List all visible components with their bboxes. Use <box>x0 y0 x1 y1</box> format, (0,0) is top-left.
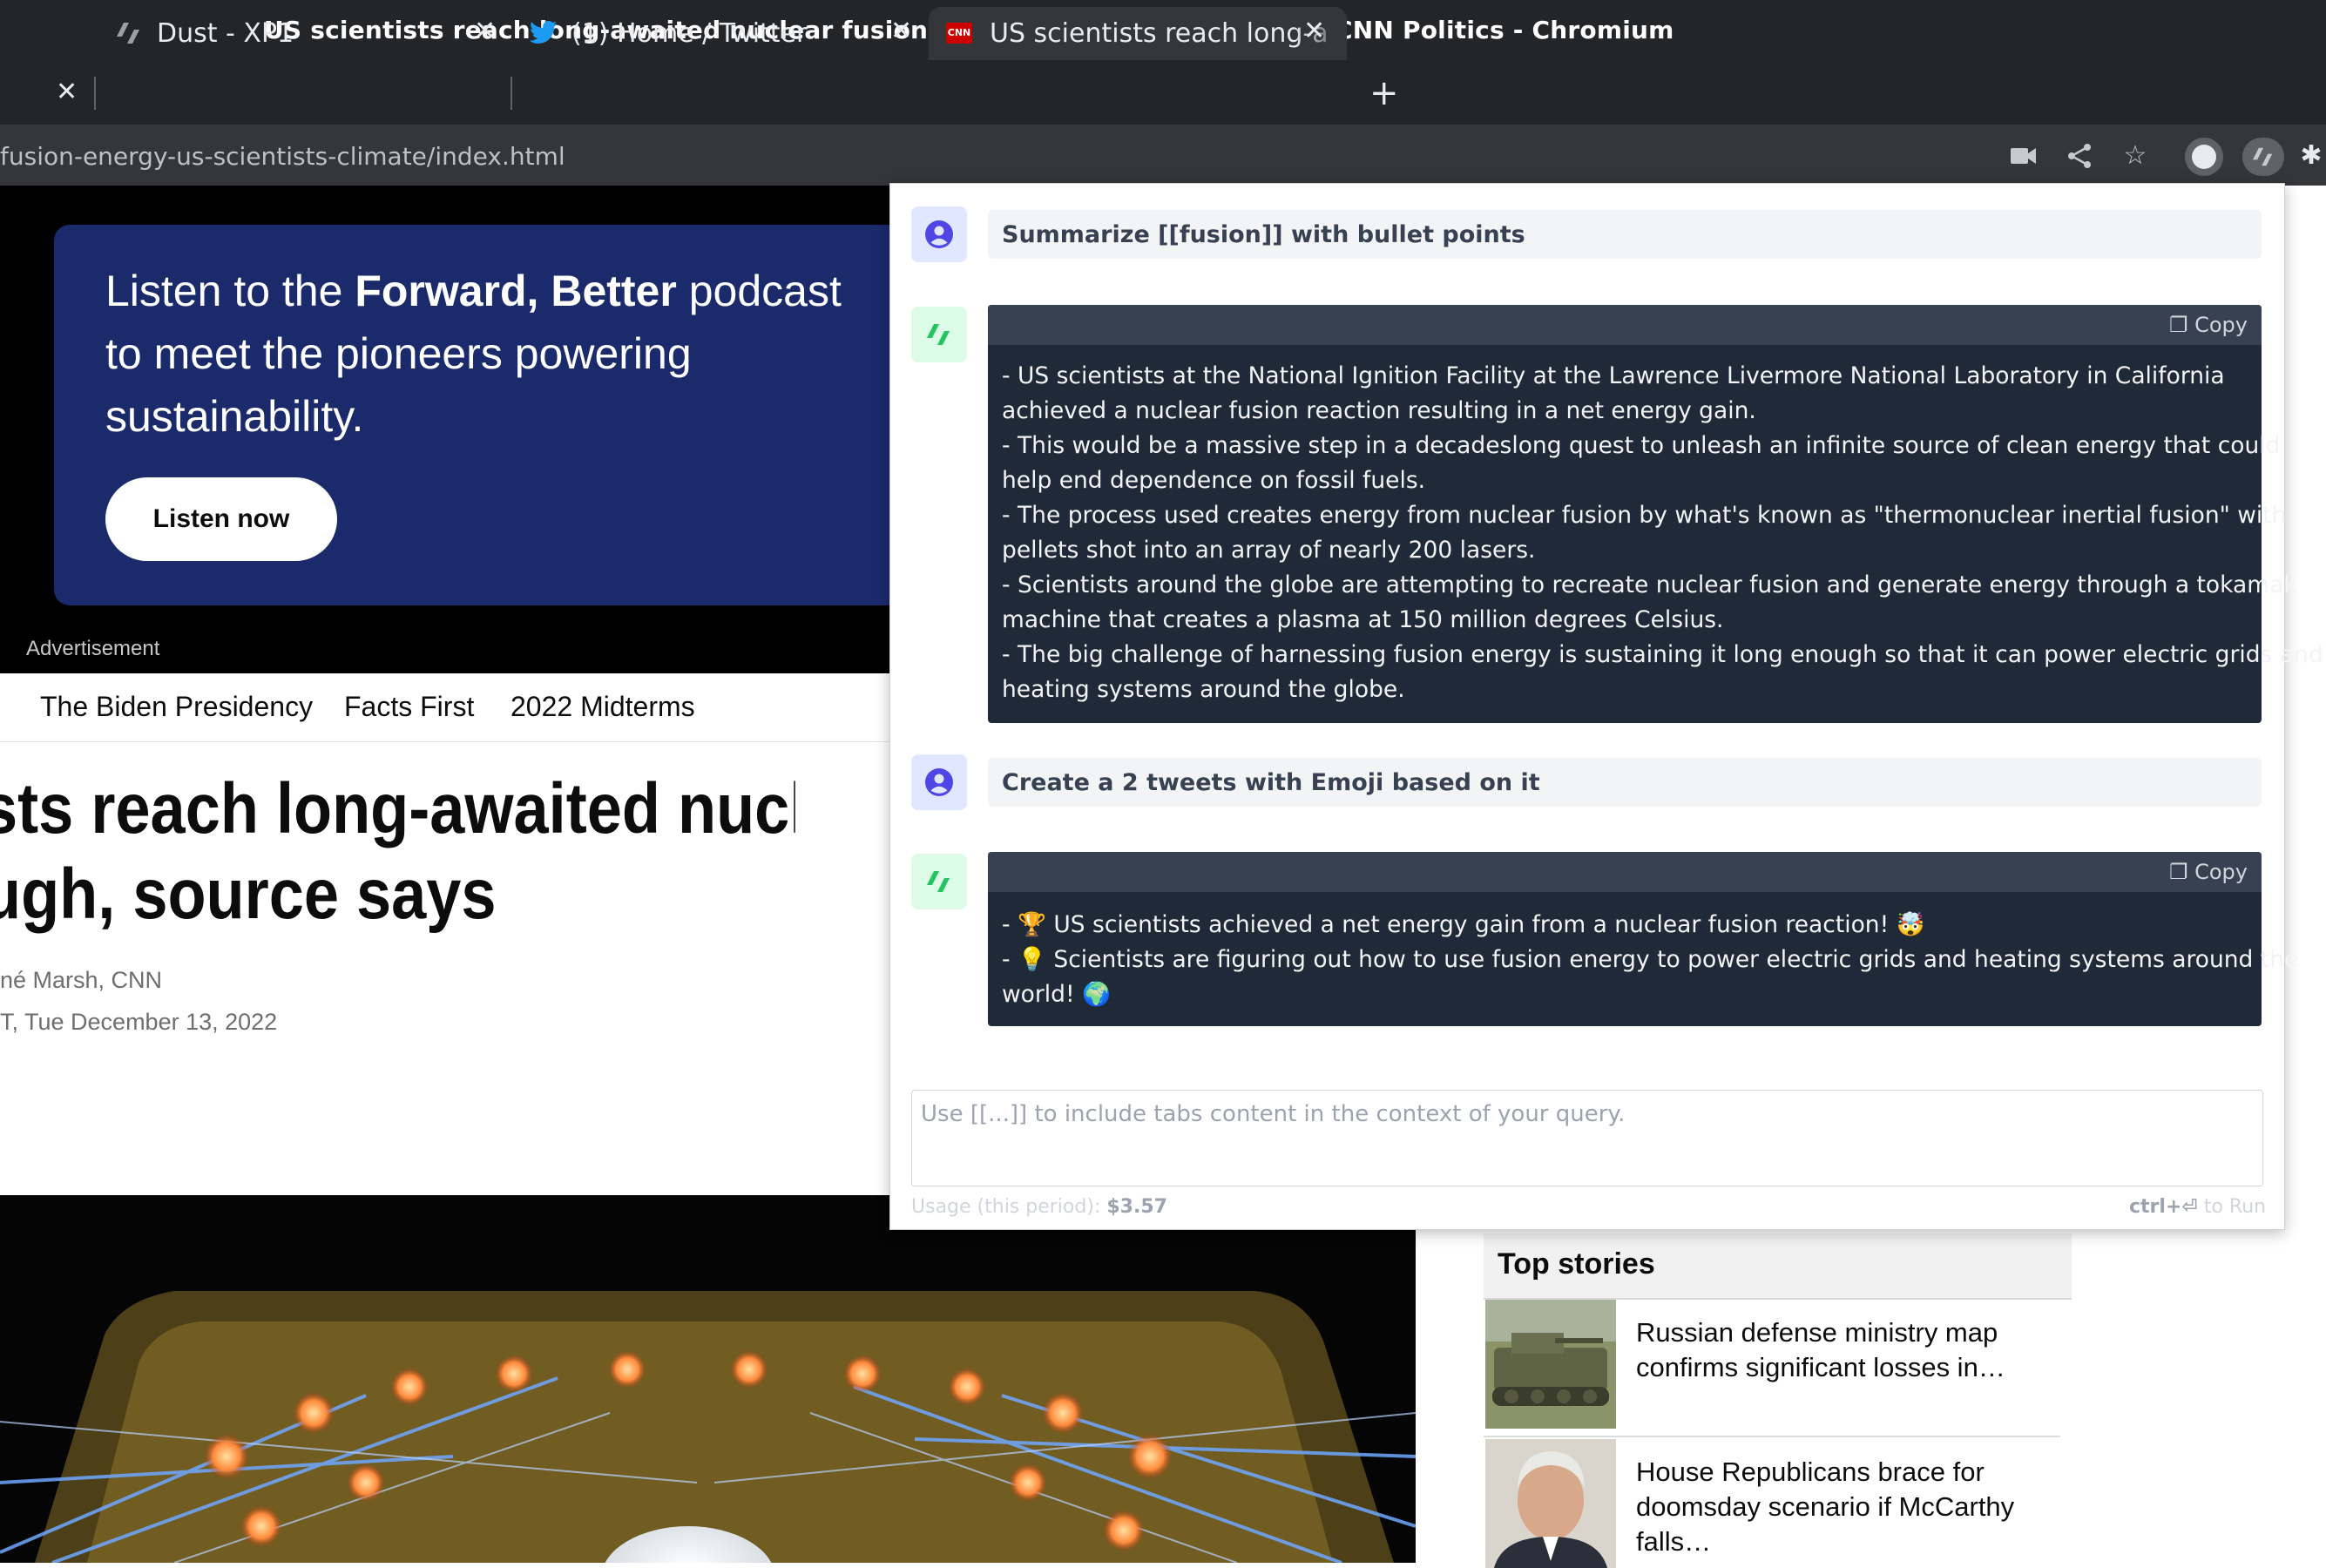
article-hero-image <box>0 1195 1416 1563</box>
user-avatar <box>911 206 967 262</box>
dust-avatar <box>911 307 967 362</box>
dust-icon <box>927 324 950 345</box>
copy-button[interactable]: ❐ Copy <box>2169 313 2248 337</box>
story-divider <box>1484 1436 2060 1437</box>
user-prompt: Summarize [[fusion]] with bullet points <box>988 210 2262 259</box>
query-input[interactable]: Use [[...]] to include tabs content in t… <box>911 1090 2263 1186</box>
dust-icon <box>2253 147 2273 166</box>
response-line: - 🏆 US scientists achieved a net energy … <box>1002 911 1925 938</box>
tab-close-icon[interactable]: ✕ <box>474 16 496 46</box>
dust-icon <box>927 871 950 892</box>
extension-slot[interactable] <box>2185 138 2223 176</box>
user-icon <box>925 768 953 796</box>
address-bar[interactable]: fusion-energy-us-scientists-climate/inde… <box>0 125 2326 186</box>
tab-label: Dust - XP1 <box>157 18 294 49</box>
clipboard-icon: ❐ <box>2168 313 2195 337</box>
story-thumbnail-portrait[interactable] <box>1485 1439 1616 1568</box>
tab-separator <box>511 77 512 110</box>
response-line: pellets shot into an array of nearly 200… <box>1002 537 1536 564</box>
response-line: world! 🌍 <box>1002 981 1112 1008</box>
user-prompt-text: Summarize [[fusion]] with bullet points <box>1002 221 1525 248</box>
response-line: achieved a nuclear fusion reaction resul… <box>1002 397 1756 424</box>
twitter-icon <box>530 21 557 44</box>
response-line: - Scientists around the globe are attemp… <box>1002 571 2297 598</box>
response-line: - US scientists at the National Ignition… <box>1002 362 2225 389</box>
response-text: - US scientists at the National Ignition… <box>1002 359 2323 707</box>
tab-close-icon[interactable]: ✕ <box>1303 16 1325 46</box>
tab-dust[interactable]: Dust - XP1 ✕ <box>98 7 507 60</box>
assistant-response: ❐ Copy - US scientists at the National I… <box>988 305 2323 723</box>
response-text: - 🏆 US scientists achieved a net energy … <box>1002 908 2299 1012</box>
user-avatar <box>911 754 967 810</box>
cnn-icon: CNN <box>946 23 972 44</box>
tab-label: (1) Home / Twitter <box>571 18 808 49</box>
article-byline[interactable]: né Marsh, CNN <box>0 967 162 994</box>
fusion-chamber-illustration <box>0 1195 1416 1563</box>
tab-separator <box>94 77 96 110</box>
story-thumbnail-tank[interactable] <box>1485 1300 1616 1429</box>
tab-label: US scientists reach long-a <box>990 18 1329 49</box>
nav-item-biden-presidency[interactable]: The Biden Presidency <box>40 691 313 723</box>
response-line: - The process used creates energy from n… <box>1002 502 2287 529</box>
user-prompt: Create a 2 tweets with Emoji based on it <box>988 758 2262 807</box>
ad-headline: Listen to the Forward, Better podcast to… <box>105 267 842 441</box>
response-header: ❐ Copy <box>988 852 2262 892</box>
share-icon[interactable] <box>2066 143 2093 169</box>
camera-icon[interactable] <box>2011 146 2037 166</box>
response-line: help end dependence on fossil fuels. <box>1002 467 1426 494</box>
user-icon <box>925 220 953 248</box>
tab-close-icon[interactable]: ✕ <box>890 16 912 46</box>
user-prompt-text: Create a 2 tweets with Emoji based on it <box>1002 769 1540 796</box>
usage-value: $3.57 <box>1106 1196 1167 1218</box>
response-line: - The big challenge of harnessing fusion… <box>1002 641 2323 668</box>
nav-item-facts-first[interactable]: Facts First <box>344 691 474 723</box>
dust-avatar <box>911 854 967 909</box>
listen-now-button[interactable]: Listen now <box>105 477 337 561</box>
response-header: ❐ Copy <box>988 305 2262 345</box>
response-line: heating systems around the globe. <box>1002 676 1405 703</box>
top-stories-title: Top stories <box>1498 1247 1655 1281</box>
query-input-placeholder: Use [[...]] to include tabs content in t… <box>921 1101 1626 1127</box>
top-stories-header: Top stories <box>1484 1233 2072 1300</box>
url-text[interactable]: fusion-energy-us-scientists-climate/inde… <box>0 142 565 171</box>
dust-icon <box>117 23 139 44</box>
tab-twitter[interactable]: (1) Home / Twitter ✕ <box>514 7 923 60</box>
nav-item-2022-midterms[interactable]: 2022 Midterms <box>511 691 695 723</box>
clipboard-icon: ❐ <box>2168 860 2195 884</box>
tab-close-icon[interactable]: ✕ <box>56 77 78 107</box>
copy-button[interactable]: ❐ Copy <box>2169 860 2248 884</box>
response-line: machine that creates a plasma at 150 mil… <box>1002 606 1724 633</box>
tab-cnn-active[interactable]: CNN US scientists reach long-a ✕ <box>929 7 1347 60</box>
response-line: - This would be a massive step in a deca… <box>1002 432 2281 459</box>
dust-extension-button[interactable] <box>2242 138 2284 176</box>
story-link-russian-defense[interactable]: Russian defense ministry map confirms si… <box>1636 1315 2028 1385</box>
usage-indicator: Usage (this period): $3.57 <box>911 1196 1167 1218</box>
new-tab-icon[interactable]: + <box>1369 73 1399 113</box>
password-manager-icon <box>2192 145 2216 169</box>
article-date: T, Tue December 13, 2022 <box>0 1009 278 1035</box>
extensions-puzzle-icon[interactable]: ✱ <box>2296 141 2326 171</box>
tab-strip <box>0 64 2326 125</box>
advertisement-label: Advertisement <box>26 637 160 660</box>
story-link-house-republicans[interactable]: House Republicans brace for doomsday sce… <box>1636 1455 2028 1559</box>
response-line: - 💡 Scientists are figuring out how to u… <box>1002 946 2299 973</box>
run-shortcut-hint: ctrl+⏎ to Run <box>2129 1196 2267 1218</box>
article-headline: sts reach long-awaited nucle ugh, source… <box>0 769 795 934</box>
bookmark-star-icon[interactable]: ☆ <box>2120 141 2150 171</box>
assistant-response: ❐ Copy - 🏆 US scientists achieved a net … <box>988 852 2299 1026</box>
